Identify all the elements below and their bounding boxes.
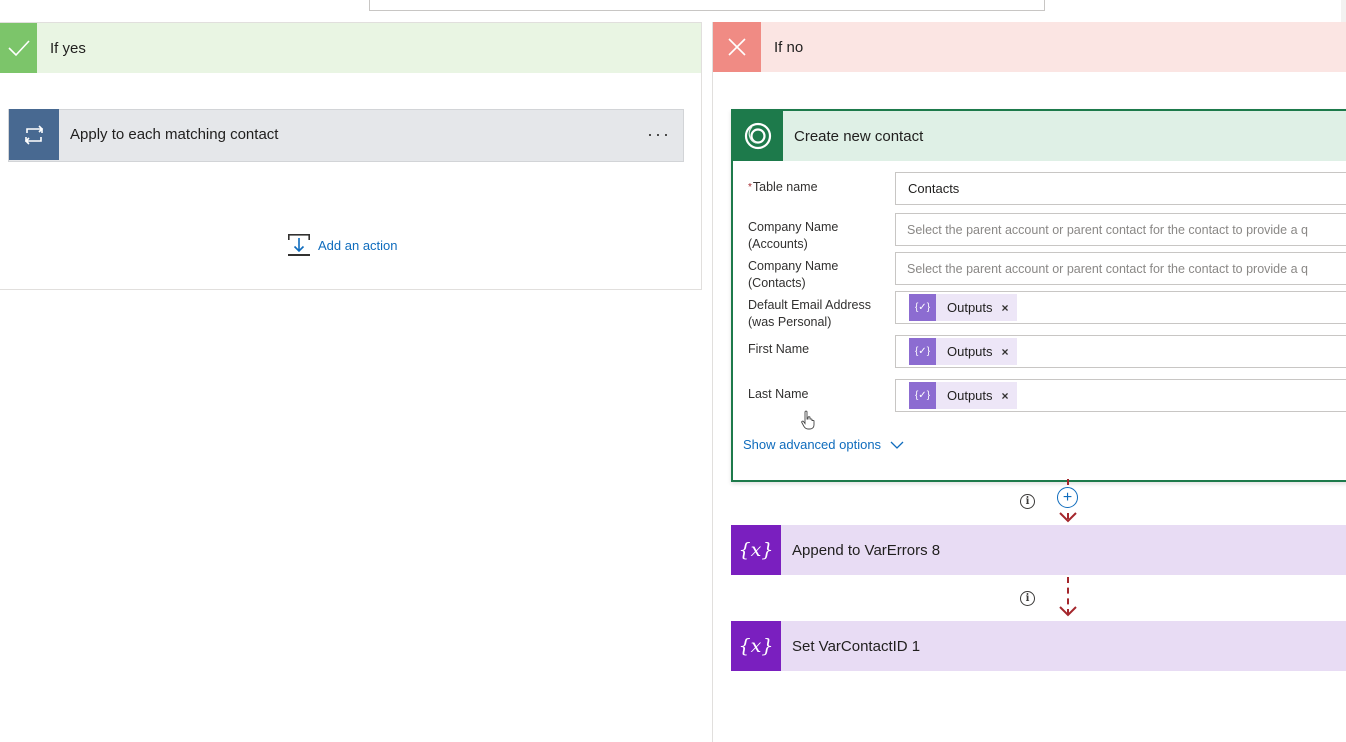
outputs-token[interactable]: {✓} Outputs × [909,382,1017,409]
table-name-field[interactable]: Contacts [895,172,1346,205]
field-label-last-name: Last Name [748,387,809,401]
branch-if-yes-title: If yes [50,39,86,57]
remove-token-icon[interactable]: × [1002,301,1009,315]
chevron-down-icon [890,441,904,449]
info-icon[interactable]: i [1020,494,1035,509]
insert-step-button[interactable]: + [1057,487,1078,508]
remove-token-icon[interactable]: × [1002,345,1009,359]
token-label: Outputs [947,344,993,359]
last-name-field[interactable]: {✓} Outputs × [895,379,1346,412]
variable-icon: {x} [731,525,781,575]
check-icon [0,23,37,73]
company-accounts-placeholder: Select the parent account or parent cont… [907,222,1308,237]
token-label: Outputs [947,388,993,403]
outputs-token[interactable]: {✓} Outputs × [909,294,1017,321]
default-email-field[interactable]: {✓} Outputs × [895,291,1346,324]
top-input-box[interactable] [369,0,1045,11]
expression-token-icon: {✓} [909,338,936,365]
set-varcontactid-card[interactable]: {x} Set VarContactID 1 [731,621,1346,671]
add-action-icon [288,234,310,256]
add-action-button[interactable]: Add an action [286,233,398,257]
required-marker: * [748,182,752,193]
first-name-field[interactable]: {✓} Outputs × [895,335,1346,368]
expression-token-icon: {✓} [909,294,936,321]
expression-token-icon: {✓} [909,382,936,409]
table-name-value: Contacts [908,181,960,196]
hand-cursor-icon [801,410,815,430]
append-to-varerrors-title: Append to VarErrors 8 [792,541,941,559]
set-varcontactid-title: Set VarContactID 1 [792,637,921,655]
branch-if-yes-header[interactable]: If yes [0,23,701,73]
append-to-varerrors-card[interactable]: {x} Append to VarErrors 8 [731,525,1346,575]
arrow-down-icon [1059,606,1077,617]
create-new-contact-card: Create new contact *Table name Contacts … [731,109,1346,482]
apply-to-each-title: Apply to each matching contact [70,126,279,143]
arrow-down-icon [1059,512,1077,523]
add-action-label: Add an action [318,237,398,253]
dataverse-icon [733,111,783,161]
outputs-token[interactable]: {✓} Outputs × [909,338,1017,365]
company-contacts-field[interactable]: Select the parent account or parent cont… [895,252,1346,285]
field-label-first-name: First Name [748,342,810,356]
field-label-company-contacts: Company Name (Contacts) [748,259,839,290]
apply-to-each-header[interactable]: Apply to each matching contact [9,109,278,160]
more-options-icon[interactable]: ··· [647,124,671,145]
variable-icon: {x} [731,621,781,671]
info-icon[interactable]: i [1020,591,1035,606]
field-label-company-accounts: Company Name (Accounts) [748,220,839,251]
show-advanced-options-label: Show advanced options [743,437,882,452]
branch-if-no-title: If no [774,38,804,56]
field-label-table-name: *Table name [748,180,818,194]
create-new-contact-header[interactable]: Create new contact [733,111,1346,161]
company-accounts-field[interactable]: Select the parent account or parent cont… [895,213,1346,246]
branch-if-no-header[interactable]: If no [713,22,1346,72]
field-label-default-email: Default Email Address (was Personal) [748,298,871,329]
create-new-contact-title: Create new contact [794,127,924,145]
apply-to-each-card[interactable]: Apply to each matching contact ··· [8,109,684,162]
company-contacts-placeholder: Select the parent account or parent cont… [907,261,1308,276]
close-icon [713,22,761,72]
token-label: Outputs [947,300,993,315]
show-advanced-options-link[interactable]: Show advanced options [743,437,905,452]
loop-icon [9,109,59,160]
remove-token-icon[interactable]: × [1002,389,1009,403]
